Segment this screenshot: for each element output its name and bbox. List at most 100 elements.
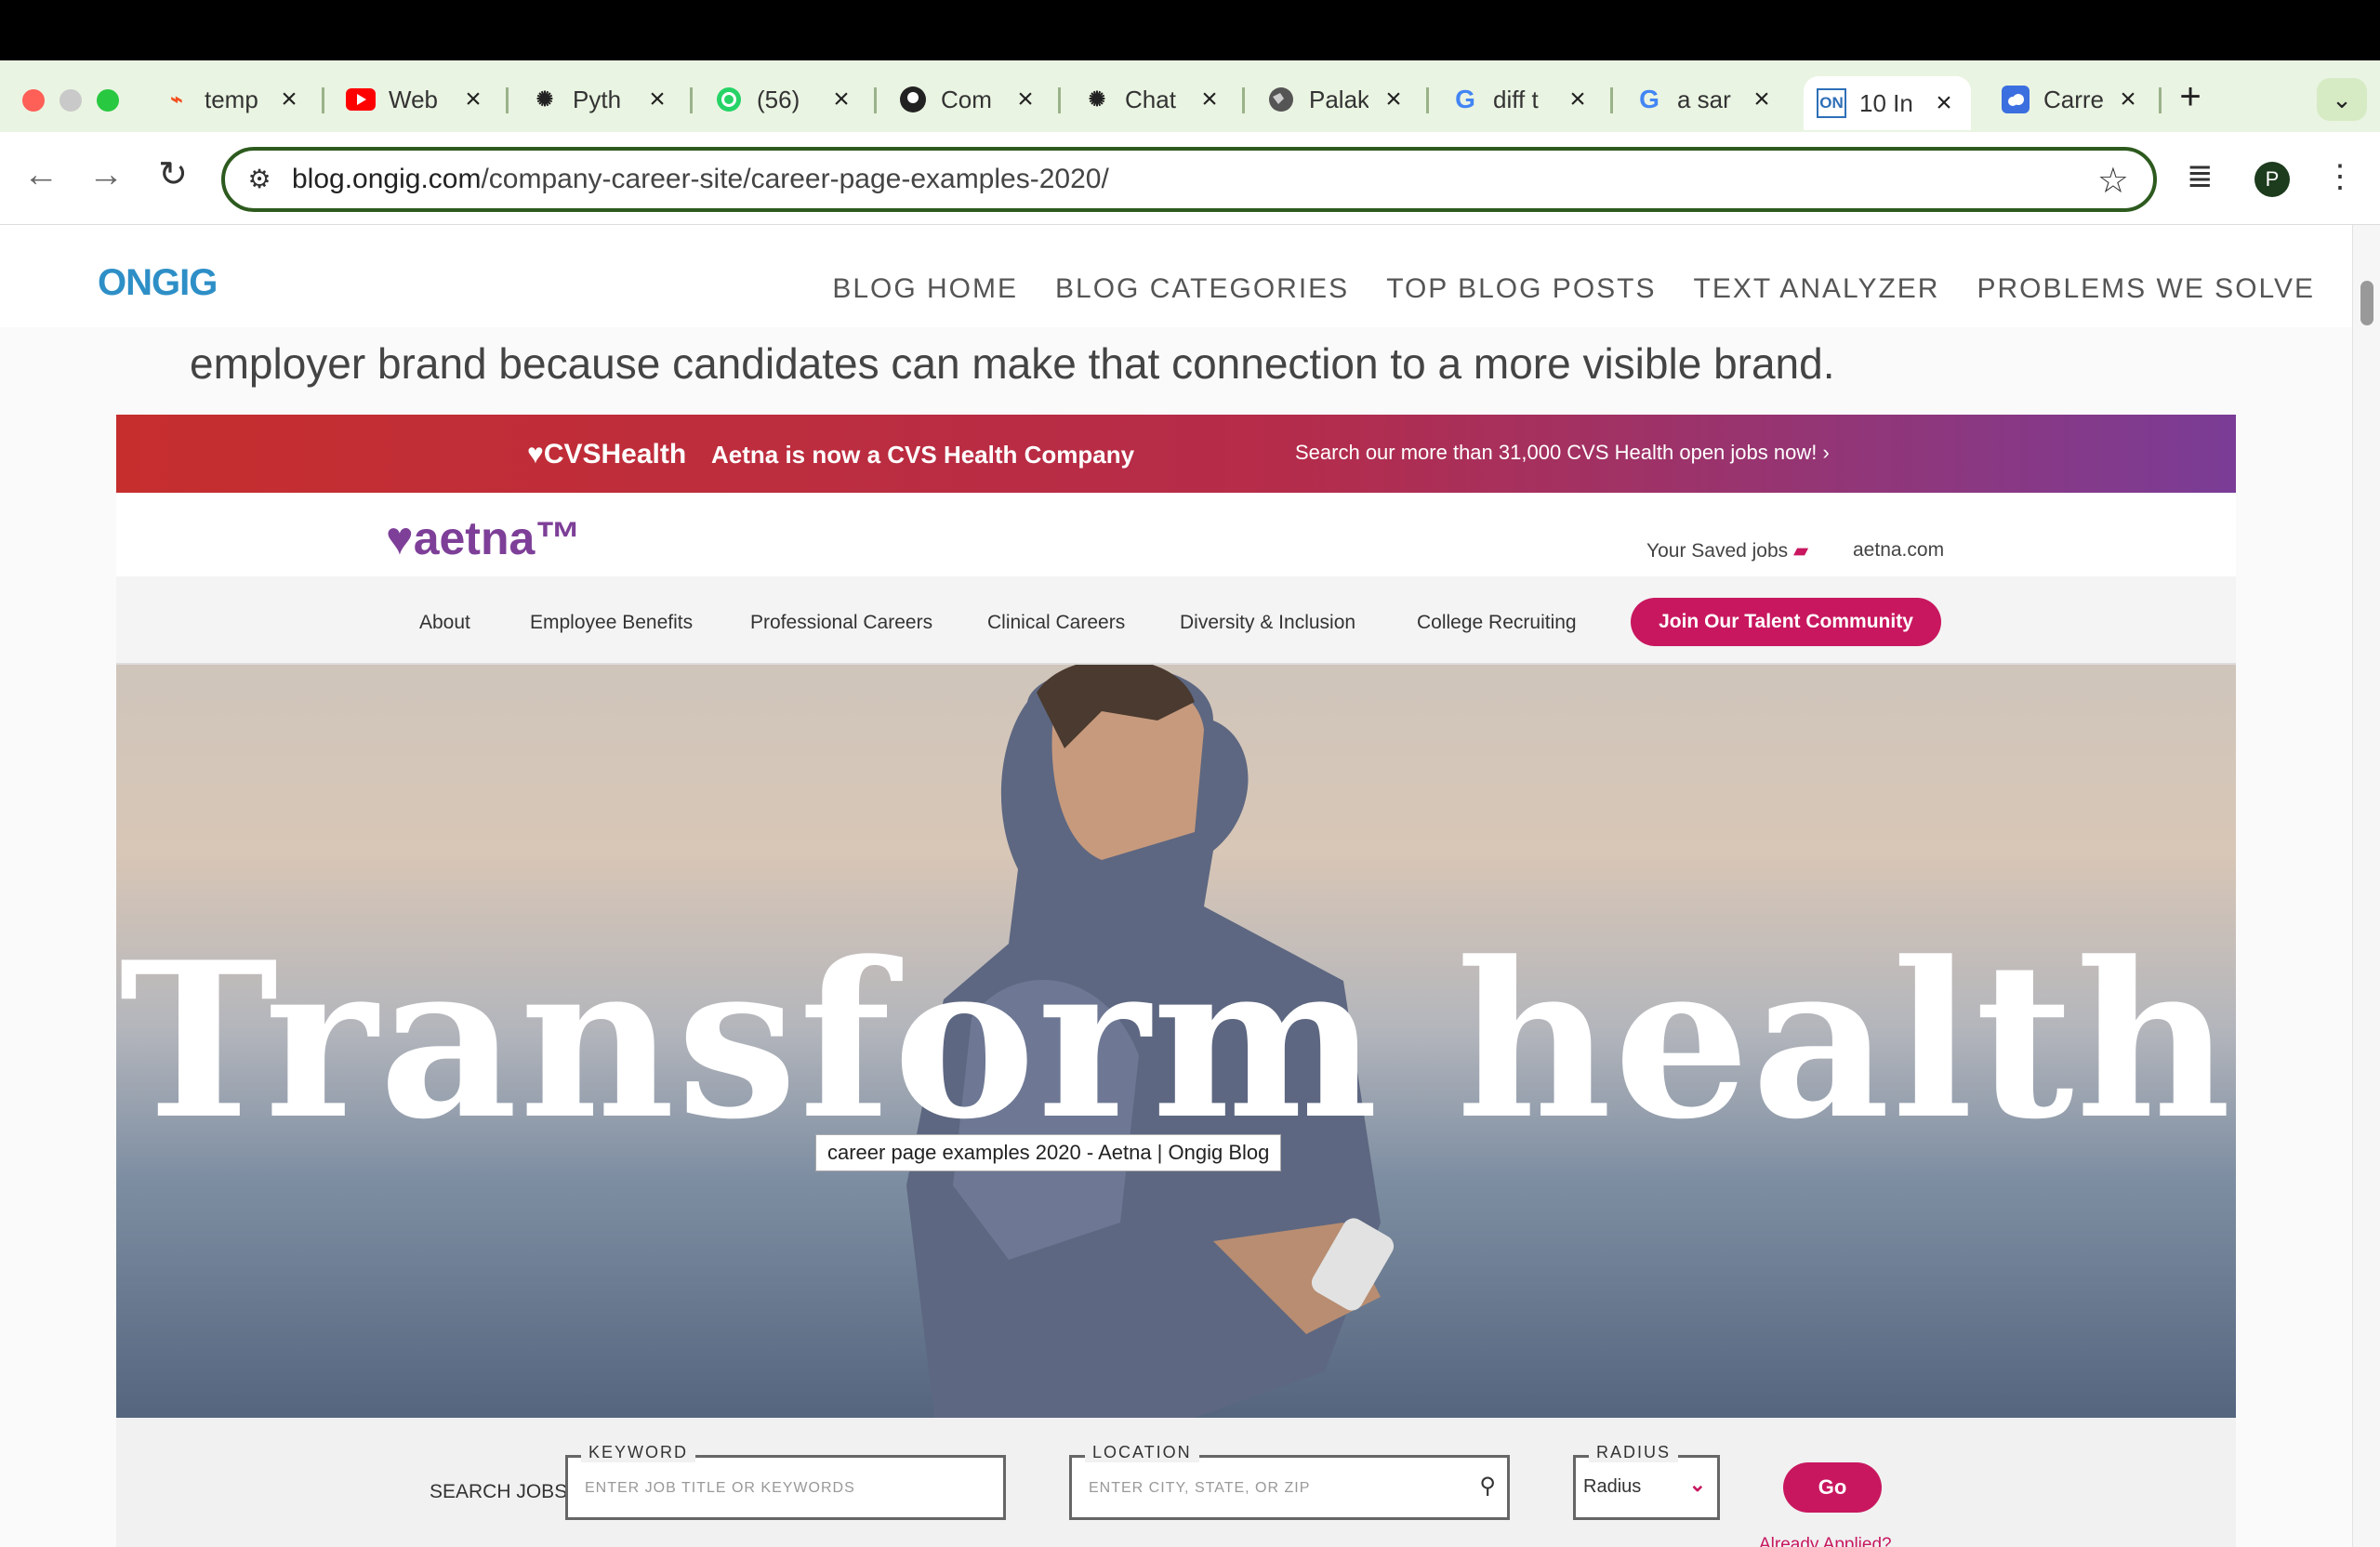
close-window-button[interactable] <box>22 89 45 112</box>
tab-title: Chat <box>1125 85 1176 113</box>
tab-title: diff t <box>1493 85 1539 113</box>
chevron-down-icon: ⌄ <box>1688 1473 1706 1496</box>
tab-separator <box>874 87 877 113</box>
youtube-icon <box>346 85 376 114</box>
openai-icon: ✺ <box>536 87 554 111</box>
hero-title: Transform health <box>119 916 2233 1167</box>
more-menu-icon[interactable]: ⋮ <box>2324 158 2356 195</box>
profile-avatar[interactable]: P <box>2254 162 2290 197</box>
tab-search-chevron-icon[interactable]: ⌄ <box>2317 78 2367 121</box>
tab-3[interactable]: ✺ Pyth × <box>517 73 684 126</box>
cvs-jobs-link: Search our more than 31,000 CVS Health o… <box>1295 441 1830 464</box>
tab-5[interactable]: Com × <box>885 73 1052 126</box>
folder-icon: ▰ <box>1793 540 1809 562</box>
scrollbar-thumb[interactable] <box>2360 281 2373 325</box>
tab-title: Com <box>941 85 992 113</box>
nav-problems-we-solve[interactable]: PROBLEMS WE SOLVE <box>1977 273 2315 305</box>
location-field: LOCATION ENTER CITY, STATE, OR ZIP ⚲ <box>1069 1443 1510 1520</box>
tab-separator <box>1426 87 1429 113</box>
close-tab-icon[interactable]: × <box>824 82 859 117</box>
keyword-placeholder: ENTER JOB TITLE OR KEYWORDS <box>585 1480 855 1496</box>
location-pin-icon: ⚲ <box>1479 1474 1496 1499</box>
close-tab-icon[interactable]: × <box>1192 82 1227 117</box>
aetna-nav-professional: Professional Careers <box>750 612 933 633</box>
zoom-window-button[interactable] <box>97 89 119 112</box>
image-title-tooltip: career page examples 2020 - Aetna | Ongi… <box>815 1134 1282 1171</box>
tab-9[interactable]: G a sar × <box>1621 73 1789 126</box>
cloud-icon <box>2001 85 2030 114</box>
job-search-bar: SEARCH JOBS KEYWORD ENTER JOB TITLE OR K… <box>116 1418 2236 1547</box>
close-tab-icon[interactable]: × <box>1560 82 1595 117</box>
tab-separator <box>1242 87 1245 113</box>
nav-blog-home[interactable]: BLOG HOME <box>832 273 1018 305</box>
tab-list: ⌁ temp × Web × ✺ Pyth × (56) × Com × ✺ C… <box>149 73 2222 130</box>
aetna-nav-college: College Recruiting <box>1417 612 1577 633</box>
tab-title: a sar <box>1677 85 1731 113</box>
saved-jobs-link: Your Saved jobs ▰ <box>1646 539 1808 562</box>
ongig-logo[interactable]: ONGIG <box>98 262 218 304</box>
ongig-icon: ON <box>1817 88 1846 118</box>
close-tab-icon[interactable]: × <box>1926 86 1962 121</box>
tab-1[interactable]: ⌁ temp × <box>149 73 316 126</box>
figma-like-icon: ⌁ <box>170 87 183 111</box>
close-tab-icon[interactable]: × <box>1008 82 1043 117</box>
globe-icon <box>1266 85 1296 114</box>
close-tab-icon[interactable]: × <box>271 82 307 117</box>
radius-select: RADIUS Radius ⌄ <box>1573 1443 1720 1520</box>
hero-banner: Transform health career page examples 20… <box>116 665 2236 1418</box>
aetna-nav-diversity: Diversity & Inclusion <box>1180 612 1356 633</box>
close-tab-icon[interactable]: × <box>456 82 491 117</box>
tab-8[interactable]: G diff t × <box>1437 73 1605 126</box>
tab-title: temp <box>205 85 258 113</box>
saved-jobs-label: Your Saved jobs <box>1646 540 1789 562</box>
tab-separator <box>2159 87 2162 113</box>
cvs-banner: ♥CVSHealth Aetna is now a CVS Health Com… <box>116 415 2236 493</box>
close-tab-icon[interactable]: × <box>2110 82 2146 117</box>
reload-icon[interactable]: ↻ <box>151 152 195 197</box>
address-bar[interactable]: ⚙ blog.ongig.com/company-career-site/car… <box>221 147 2157 212</box>
bookmark-star-icon[interactable]: ☆ <box>2097 160 2129 202</box>
tab-separator <box>1610 87 1613 113</box>
whatsapp-icon <box>714 85 744 114</box>
keyword-legend: KEYWORD <box>581 1443 696 1462</box>
minimize-window-button[interactable] <box>60 89 82 112</box>
search-jobs-label: SEARCH JOBS <box>430 1481 568 1502</box>
aetna-header: ♥aetna™ Your Saved jobs ▰ aetna.com <box>116 493 2236 576</box>
forward-icon[interactable]: → <box>84 152 128 197</box>
location-legend: LOCATION <box>1085 1443 1199 1462</box>
back-icon[interactable]: ← <box>19 152 63 197</box>
aetna-logo: ♥aetna™ <box>386 512 582 564</box>
nav-text-analyzer[interactable]: TEXT ANALYZER <box>1694 273 1940 305</box>
tab-10-active[interactable]: ON 10 In × <box>1804 76 1971 130</box>
tab-separator <box>690 87 693 113</box>
tab-2[interactable]: Web × <box>333 73 500 126</box>
close-tab-icon[interactable]: × <box>640 82 675 117</box>
google-icon: G <box>1455 85 1475 113</box>
github-icon <box>898 85 928 114</box>
nav-top-blog-posts[interactable]: TOP BLOG POSTS <box>1386 273 1656 305</box>
tab-title: Web <box>389 85 438 113</box>
url-domain: blog.ongig.com <box>292 164 482 194</box>
tab-title: Carre <box>2043 85 2103 113</box>
cvs-health-logo: ♥CVSHealth <box>527 439 687 469</box>
tab-7[interactable]: Palak × <box>1253 73 1421 126</box>
site-info-icon[interactable]: ⚙ <box>244 164 275 195</box>
browser-toolbar: ← → ↻ ⚙ blog.ongig.com/company-career-si… <box>0 132 2380 225</box>
new-tab-button[interactable]: + <box>2171 78 2210 117</box>
page-scrollbar[interactable] <box>2352 225 2380 1547</box>
url-text[interactable]: blog.ongig.com/company-career-site/caree… <box>292 164 1109 195</box>
tab-title: 10 In <box>1859 88 1913 117</box>
tab-title: Pyth <box>573 85 622 113</box>
tab-6[interactable]: ✺ Chat × <box>1069 73 1236 126</box>
nav-blog-categories[interactable]: BLOG CATEGORIES <box>1055 273 1349 305</box>
join-talent-community-button: Join Our Talent Community <box>1631 598 1941 646</box>
tab-4[interactable]: (56) × <box>701 73 868 126</box>
radius-legend: RADIUS <box>1589 1443 1679 1462</box>
site-nav: BLOG HOME BLOG CATEGORIES TOP BLOG POSTS… <box>832 273 2315 305</box>
close-tab-icon[interactable]: × <box>1376 82 1411 117</box>
openai-icon: ✺ <box>1088 87 1106 111</box>
close-tab-icon[interactable]: × <box>1744 82 1779 117</box>
menu-bar <box>0 0 2380 60</box>
media-controls-icon[interactable]: ≣ <box>2187 158 2214 195</box>
tab-11[interactable]: Carre × <box>1988 73 2155 126</box>
